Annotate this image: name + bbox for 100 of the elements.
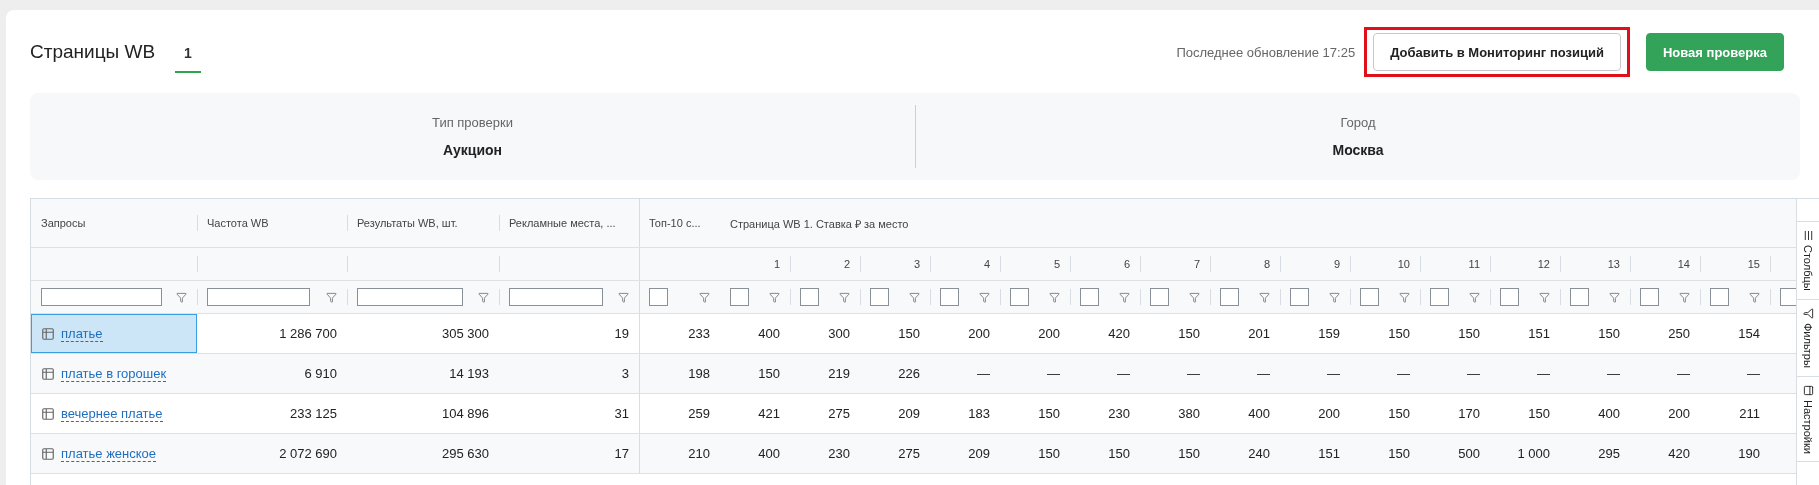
filter-input[interactable] [1570, 288, 1589, 306]
column-header[interactable]: Запросы [41, 217, 86, 229]
filter-icon[interactable] [1679, 291, 1690, 303]
table-cell: 1 000 [1517, 446, 1550, 461]
table-cell: 14 193 [449, 366, 489, 381]
table-cell: — [1187, 366, 1200, 381]
filter-icon[interactable] [1119, 291, 1130, 303]
filter-icon[interactable] [1189, 291, 1200, 303]
filter-icon[interactable] [478, 291, 489, 303]
filter-input[interactable] [800, 288, 819, 306]
column-header[interactable]: 1 [773, 258, 780, 270]
filter-input[interactable] [940, 288, 959, 306]
filter-icon[interactable] [618, 291, 629, 303]
table-cell: 400 [758, 326, 780, 341]
column-header[interactable]: 11 [1468, 258, 1480, 270]
filter-input[interactable] [1220, 288, 1239, 306]
table-cell: 150 [1458, 326, 1480, 341]
filter-icon[interactable] [176, 291, 187, 303]
table-cell: — [1257, 366, 1270, 381]
table-cell: 150 [1598, 326, 1620, 341]
filter-input[interactable] [1010, 288, 1029, 306]
filter-input[interactable] [730, 288, 749, 306]
filter-input[interactable] [207, 288, 310, 306]
filter-input[interactable] [1640, 288, 1659, 306]
table-cell: 104 896 [442, 406, 489, 421]
filter-input[interactable] [509, 288, 603, 306]
filter-input[interactable] [1290, 288, 1309, 306]
column-header[interactable]: 4 [983, 258, 990, 270]
filter-input[interactable] [1710, 288, 1729, 306]
table-cell: 295 [1598, 446, 1620, 461]
table-cell: 190 [1738, 446, 1760, 461]
query-link[interactable]: платье [61, 325, 103, 342]
filter-input[interactable] [870, 288, 889, 306]
table-cell: 240 [1248, 446, 1270, 461]
filter-icon[interactable] [909, 291, 920, 303]
table-cell: 219 [828, 366, 850, 381]
column-header[interactable]: 10 [1397, 258, 1410, 270]
filter-icon[interactable] [1259, 291, 1270, 303]
filter-icon[interactable] [1609, 291, 1620, 303]
table-cell: 275 [898, 446, 920, 461]
column-header[interactable]: 3 [913, 258, 920, 270]
filter-input[interactable] [357, 288, 463, 306]
column-header[interactable]: Топ-10 с... [649, 217, 701, 229]
column-header[interactable]: 5 [1053, 258, 1060, 270]
table-cell: 295 630 [442, 446, 489, 461]
table-icon [41, 366, 55, 381]
summary-label: Город [1340, 115, 1376, 130]
table-cell: 230 [828, 446, 850, 461]
filter-icon[interactable] [1399, 291, 1410, 303]
filter-input[interactable] [1080, 288, 1099, 306]
filter-icon[interactable] [1469, 291, 1480, 303]
page-tab[interactable]: 1 [175, 39, 201, 73]
table-cell: 210 [688, 446, 710, 461]
query-link[interactable]: платье женское [61, 445, 157, 462]
column-header[interactable]: Результаты WB, шт. [357, 217, 458, 229]
table-cell: 400 [1598, 406, 1620, 421]
filter-input[interactable] [649, 288, 668, 306]
filter-input[interactable] [1430, 288, 1449, 306]
query-link[interactable]: вечернее платье [61, 405, 163, 422]
table-cell: 150 [898, 326, 920, 341]
table-cell: 150 [1388, 326, 1410, 341]
side-panel-tab[interactable]: Столбцы [1797, 221, 1819, 300]
table-cell: 200 [1668, 406, 1690, 421]
table-cell: 400 [758, 446, 780, 461]
table-cell: 154 [1738, 326, 1760, 341]
table-cell: 380 [1178, 406, 1200, 421]
filter-icon[interactable] [1539, 291, 1550, 303]
column-header[interactable]: 6 [1123, 258, 1130, 270]
column-header[interactable]: 14 [1677, 258, 1690, 270]
table-cell: 151 [1528, 326, 1550, 341]
column-header[interactable]: 2 [843, 258, 850, 270]
filter-icon[interactable] [326, 291, 337, 303]
filter-icon[interactable] [699, 291, 710, 303]
filter-icon[interactable] [1329, 291, 1340, 303]
filter-input[interactable] [1360, 288, 1379, 306]
column-header[interactable]: 13 [1607, 258, 1620, 270]
table-cell: — [1607, 366, 1620, 381]
column-header[interactable]: 7 [1193, 258, 1200, 270]
filter-input[interactable] [1150, 288, 1169, 306]
table-cell: 150 [1038, 406, 1060, 421]
table-cell: — [1397, 366, 1410, 381]
filter-input[interactable] [1780, 288, 1796, 306]
column-header[interactable]: 15 [1747, 258, 1760, 270]
table-cell: 150 [1178, 446, 1200, 461]
filter-icon[interactable] [1749, 291, 1760, 303]
query-link[interactable]: платье в горошек [61, 365, 167, 382]
table-cell: 230 [1108, 406, 1130, 421]
column-header[interactable]: 9 [1333, 258, 1340, 270]
filter-icon[interactable] [769, 291, 780, 303]
filter-input[interactable] [1500, 288, 1519, 306]
add-monitoring-button[interactable]: Добавить в Мониторинг позиций [1373, 33, 1621, 71]
column-header[interactable]: 8 [1263, 258, 1270, 270]
filter-input[interactable] [41, 288, 162, 306]
filter-icon[interactable] [839, 291, 850, 303]
column-header[interactable]: Частота WB [207, 217, 269, 229]
table-cell: 400 [1248, 406, 1270, 421]
column-header[interactable]: Рекламные места, ... [509, 217, 616, 229]
column-header[interactable]: 12 [1537, 258, 1550, 270]
filter-icon[interactable] [1049, 291, 1060, 303]
filter-icon[interactable] [979, 291, 990, 303]
